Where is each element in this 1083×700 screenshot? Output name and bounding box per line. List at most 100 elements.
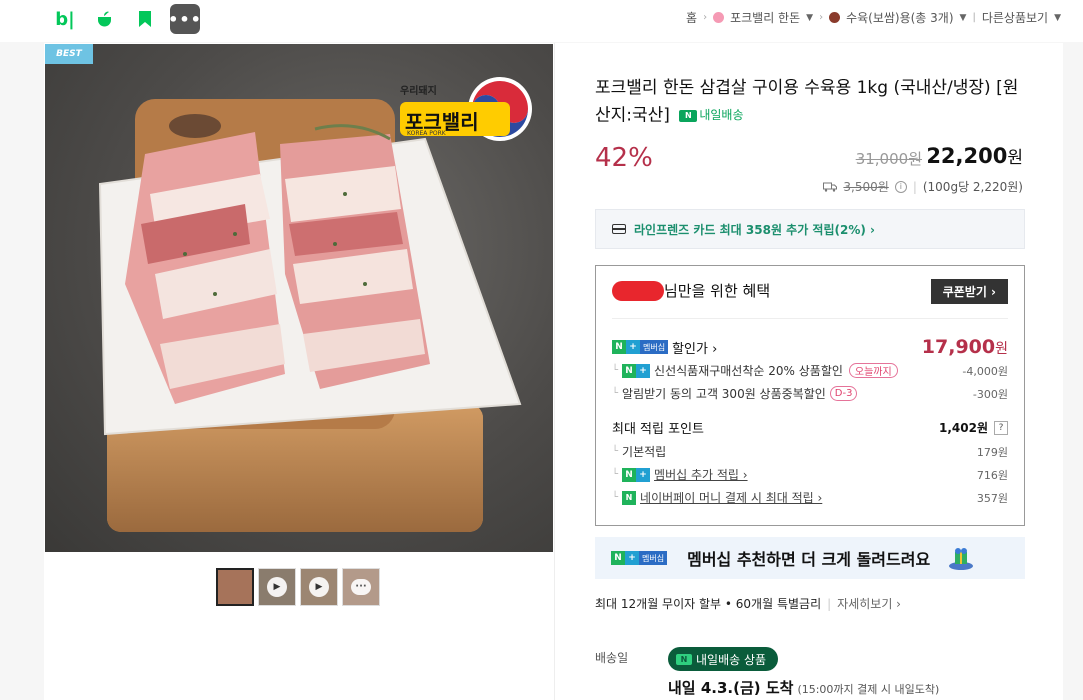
delivery-label: 배송일: [595, 651, 629, 665]
product-info-panel: 포크밸리 한돈 삼겹살 구이용 수육용 1kg (국내산/냉장) [원산지:국산…: [554, 43, 1063, 700]
point-row: └ N + 멤버십 추가 적립 › 716원: [612, 466, 1008, 483]
installment-details-link[interactable]: 자세히보기 ›: [837, 595, 901, 612]
membership-banner-text: 멤버십 추천하면 더 크게 돌려드려요: [687, 550, 931, 569]
card-promo-bar[interactable]: 라인프렌즈 카드 최대 358원 추가 적립(2%) ›: [595, 209, 1025, 249]
delivery-badge-label: 내일배송: [699, 108, 744, 122]
logo-sub-text: KOREA PORK: [407, 130, 446, 137]
membership-banner[interactable]: N + 멤버십 멤버십 추천하면 더 크게 돌려드려요: [595, 537, 1025, 579]
point-row: └ N 네이버페이 머니 결제 시 최대 적립 › 357원: [612, 489, 1008, 506]
discount-rate: 42%: [595, 143, 653, 173]
divider: [612, 318, 1008, 319]
chevron-right-icon: ›: [703, 12, 708, 23]
product-title: 포크밸리 한돈 삼겹살 구이용 수육용 1kg (국내산/냉장) [원산지:국산…: [595, 75, 1025, 130]
shipping-row: 3,500원 i | (100g당 2,220원): [823, 178, 1023, 195]
divider: |: [972, 12, 976, 23]
breadcrumb-category[interactable]: 수육(보쌈)용(총 3개): [846, 9, 953, 26]
thumbnail-1[interactable]: [216, 568, 254, 606]
delivery-badge-text: 내일배송 상품: [696, 652, 767, 667]
d-day-pill: D-3: [829, 386, 858, 401]
points-value: 1,402원: [939, 421, 988, 435]
logo-small-text: 우리돼지: [400, 86, 437, 97]
product-gallery: BEST 우리돼지 포크밸리 KOREA PORK ▶ ▶ ···: [44, 43, 554, 700]
points-label: 최대 적립 포인트: [612, 422, 704, 437]
point-row: └ 기본적립 179원: [612, 443, 1008, 460]
tree-line: └: [612, 446, 619, 457]
meat-icon: [829, 12, 841, 23]
today-only-pill: 오늘까지: [848, 363, 898, 378]
sale-price-unit: 원: [1007, 148, 1023, 168]
redacted-username: [612, 280, 664, 301]
arrival-info: 내일 4.3.(금) 도착 (15:00까지 결제 시 내일도착): [668, 677, 939, 698]
caret-down-icon[interactable]: ▼: [806, 13, 813, 23]
membership-price-unit: 원: [995, 341, 1008, 357]
membership-extra-points-link[interactable]: 멤버십 추가 적립 ›: [654, 466, 748, 483]
original-price: 31,000원: [855, 150, 922, 168]
naver-pay-points-link[interactable]: 네이버페이 머니 결제 시 최대 적립 ›: [640, 489, 822, 506]
product-title-text: 포크밸리 한돈 삼겹살 구이용 수육용 1kg (국내산/냉장) [원산지:국산…: [595, 78, 1019, 126]
info-icon[interactable]: i: [894, 180, 907, 193]
naver-blog-icon[interactable]: b|: [50, 4, 80, 34]
coupon-button[interactable]: 쿠폰받기 ›: [930, 279, 1008, 304]
naver-plus-membership-icon: N + 멤버십: [611, 551, 668, 565]
installment-row: 최대 12개월 무이자 할부 • 60개월 특별금리 | 자세히보기 ›: [595, 595, 901, 612]
benefit-box: 님만을 위한 혜택 쿠폰받기 › N + 멤버십 할인가 › 17,900원 └ N…: [595, 265, 1025, 526]
benefit-row-value: -300원: [972, 387, 1008, 401]
membership-discount-row[interactable]: N + 멤버십 할인가 › 17,900원: [612, 336, 1008, 358]
best-badge: BEST: [45, 44, 93, 64]
arrival-note: (15:00까지 결제 시 내일도착): [797, 683, 940, 696]
tree-line: └: [612, 388, 619, 399]
sale-price: 22,200원: [926, 143, 1023, 168]
benefit-row-label: 알림받기 동의 고객 300원 상품중복할인: [622, 387, 826, 401]
benefit-row: └ N + 신선식품재구매선착순 20% 상품할인 오늘까지 -4,000원: [612, 362, 1008, 379]
credit-card-icon: [612, 224, 626, 234]
tree-line: └: [612, 492, 619, 503]
thumbnail-video-2[interactable]: ▶: [300, 568, 338, 606]
delivery-badge: N 내일배송: [679, 102, 744, 129]
breadcrumb-home[interactable]: 홈: [686, 9, 697, 26]
truck-icon: [823, 182, 838, 192]
thumbnail-strip: ▶ ▶ ···: [216, 568, 380, 606]
tree-line: └: [612, 469, 619, 480]
points-row: 최대 적립 포인트 1,402원 ?: [612, 418, 1008, 437]
naver-pay-icon: N: [622, 490, 637, 505]
other-products-link[interactable]: 다른상품보기: [982, 9, 1048, 26]
naver-n-icon: N: [676, 653, 692, 665]
divider: |: [827, 596, 832, 611]
installment-text: 최대 12개월 무이자 할부 • 60개월 특별금리: [595, 597, 822, 611]
play-icon: ▶: [309, 577, 329, 597]
tree-line: └: [612, 365, 619, 376]
more-menu-button[interactable]: •••: [168, 4, 201, 34]
next-day-delivery-badge: N 내일배송 상품: [668, 647, 779, 671]
chat-bubble-icon: ···: [351, 579, 371, 595]
help-icon[interactable]: ?: [994, 420, 1008, 435]
benefit-row-label: 신선식품재구매선착순 20% 상품할인: [654, 364, 843, 378]
unit-price: (100g당 2,220원): [922, 180, 1023, 194]
point-row-value: 179원: [976, 445, 1008, 459]
point-row-value: 357원: [976, 491, 1008, 505]
discount-label: 할인가 ›: [672, 341, 718, 357]
caret-down-icon[interactable]: ▼: [1054, 13, 1061, 23]
membership-price-number: 17,900: [921, 336, 996, 358]
cup-icon[interactable]: [90, 4, 120, 34]
benefit-row-value: -4,000원: [962, 364, 1008, 378]
naver-n-icon: N: [679, 109, 698, 122]
gift-icon: [949, 548, 973, 570]
benefit-title: 님만을 위한 혜택: [612, 280, 770, 301]
play-icon: ▶: [267, 577, 287, 597]
point-row-value: 716원: [976, 468, 1008, 482]
thumbnail-reviews[interactable]: ···: [342, 568, 380, 606]
breadcrumb-store[interactable]: 포크밸리 한돈: [730, 9, 800, 26]
point-row-label: 기본적립: [622, 445, 667, 459]
membership-label: 멤버십: [639, 551, 668, 565]
membership-label: 멤버십: [640, 340, 669, 354]
card-promo-text: 라인프렌즈 카드 최대 358원 추가 적립(2%) ›: [634, 222, 875, 237]
shipping-fee: 3,500원: [843, 180, 889, 194]
benefit-row: └ 알림받기 동의 고객 300원 상품중복할인 D-3 -300원: [612, 385, 1008, 402]
caret-down-icon[interactable]: ▼: [960, 13, 967, 23]
bookmark-icon[interactable]: [130, 4, 160, 34]
thumbnail-video-1[interactable]: ▶: [258, 568, 296, 606]
sale-price-number: 22,200: [926, 144, 1008, 168]
benefit-title-text: 님만을 위한 혜택: [664, 282, 771, 300]
breadcrumb: 홈 › 포크밸리 한돈 ▼ › 수육(보쌈)용(총 3개) ▼ | 다른상품보기…: [686, 9, 1061, 26]
product-main-image[interactable]: BEST 우리돼지 포크밸리 KOREA PORK: [45, 44, 553, 552]
